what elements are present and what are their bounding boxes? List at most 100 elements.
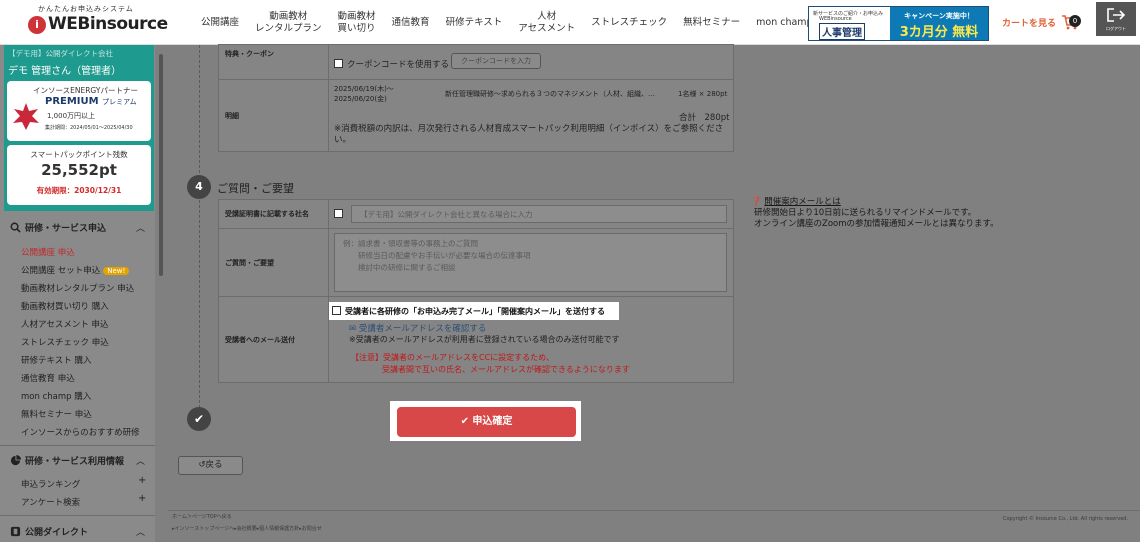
detail-row: 明細 2025/06/19(木)〜 2025/06/20(金) 新任管理職研修～… — [219, 80, 734, 152]
menu-title-apply[interactable]: 研修・サービス申込 — [10, 221, 106, 234]
mail-link-label: 受講者メールアドレスを確認する — [358, 324, 487, 334]
detail-dates: 2025/06/19(木)〜 2025/06/20(金) — [334, 85, 394, 103]
nav-video-purchase[interactable]: 動画教材 買い切り — [330, 11, 384, 35]
detail-cell: 2025/06/19(木)〜 2025/06/20(金) 新任管理職研修～求めら… — [329, 80, 734, 152]
sidebar-item-video-rental[interactable]: 動画教材レンタルプラン 申込 — [21, 282, 134, 294]
promo-right2: 3カ月分 無料 — [899, 25, 979, 40]
cart-link[interactable]: カートを見る — [1002, 14, 1080, 30]
sidebar-scrollbar[interactable] — [159, 54, 163, 276]
sidebar-item-assessment[interactable]: 人材アセスメント 申込 — [21, 318, 109, 330]
sidebar-item-survey[interactable]: アンケート検索 — [21, 496, 80, 508]
sidebar-item-correspondence[interactable]: 通信教育 申込 — [21, 372, 75, 384]
logout-button[interactable]: ログアウト — [1096, 2, 1136, 36]
footer-home-link[interactable]: ホーム＞ページTOPへ戻る — [172, 513, 232, 520]
cert-cell: 【デモ用】公開ダイレクト会社と異なる場合に入力 — [329, 200, 734, 228]
points-card: スマートパックポイント残数 25,552pt 有効期限：2030/12/31 — [7, 145, 151, 205]
confirm-order-button[interactable]: ✔ 申込確定 — [397, 407, 576, 437]
sidebar-item-public-set[interactable]: 公開講座 セット申込 New! — [21, 264, 130, 276]
mail-address-link[interactable]: ✉ 受講者メールアドレスを確認する — [349, 322, 486, 334]
chevron-up-icon[interactable]: ︿ — [136, 221, 145, 234]
sidebar-item-recommend[interactable]: インソースからのおすすめ研修 — [21, 426, 140, 438]
mail-header: 受講者へのメール送付 — [219, 297, 329, 383]
info-heading: ❓ 開催案内メールとは — [751, 197, 999, 208]
partner-label: インソースENERGYパートナー — [33, 86, 138, 95]
coupon-code-button[interactable]: クーポンコードを入力 — [451, 53, 541, 69]
menu-title-direct[interactable]: 公開ダイレクト — [10, 525, 88, 538]
premium-amount: 1,000万円以上 — [47, 112, 96, 120]
nav-free-seminar[interactable]: 無料セミナー — [675, 17, 748, 29]
promo-banner[interactable]: 新サービスのご紹介・お申込み WEBinsource 人事管理 キャンペーン実施… — [808, 6, 989, 41]
promo-right1: キャンペーン実施中！ — [904, 12, 974, 20]
points-value: 25,552pt — [41, 161, 117, 179]
promo-line2: WEBinsource — [819, 16, 852, 22]
plus-icon[interactable]: + — [138, 493, 146, 504]
mail-warning-2: 受講者間で互いの氏名、メールアドレスが確認できるようになります — [382, 365, 630, 374]
menu-title-apply-label: 研修・サービス申込 — [25, 224, 107, 234]
info-box: ❓ 開催案内メールとは 研修開始日より10日前に送られるリマインドメールです。 … — [751, 197, 999, 230]
user-name: デモ 管理さん（管理者） — [8, 66, 122, 77]
logout-icon — [1107, 8, 1126, 22]
sidebar: 【デモ用】公開ダイレクト会社 デモ 管理さん（管理者） インソースENERGYパ… — [0, 45, 155, 542]
back-button[interactable]: ↺戻る — [178, 456, 243, 475]
nav-correspondence[interactable]: 通信教育 — [384, 17, 438, 29]
sidebar-item-stress-check[interactable]: ストレスチェック 申込 — [21, 336, 109, 348]
info-title-link[interactable]: 開催案内メールとは — [764, 197, 841, 207]
mail-send-label[interactable]: 受講者に各研修の「お申込み完了メール」「開催案内メール」を送付する — [345, 306, 605, 317]
pie-chart-icon — [10, 455, 21, 466]
mail-send-checkbox[interactable] — [332, 306, 341, 315]
question-header: ご質問・ご要望 — [219, 229, 329, 296]
detail-qty: 1名様 × 280pt — [678, 90, 728, 98]
logo[interactable]: かんたんお申込みシステム i WEBinsource — [28, 4, 168, 40]
nav-assessment[interactable]: 人材 アセスメント — [510, 11, 583, 35]
nav-public-course[interactable]: 公開講座 — [193, 17, 247, 29]
detail-note: ※消費税額の内訳は、月次発行される人材育成スマートパック利用明細（インボイス）を… — [334, 124, 724, 145]
premium-emblem-icon — [13, 103, 39, 130]
coupon-cell: クーポンコードを使用する クーポンコードを入力 — [329, 45, 734, 79]
main-nav: 公開講座 動画教材 レンタルプラン 動画教材 買い切り 通信教育 研修テキスト … — [193, 0, 821, 45]
logo-tagline: かんたんお申込みシステム — [38, 5, 134, 13]
step-number: 4 — [187, 175, 211, 199]
sidebar-divider — [0, 445, 155, 446]
footer-links[interactable]: ▸インソーストップページへ▸会社概要▸個人情報保護方針▸お問合せ — [172, 525, 322, 532]
sidebar-item-public-set-label: 公開講座 セット申込 — [21, 266, 101, 276]
mail-note: ※受講者のメールアドレスが利用者に登録されている場合のみ送付可能です — [349, 335, 620, 344]
promo-left: 新サービスのご紹介・お申込み WEBinsource 人事管理 — [809, 7, 890, 40]
premium-period: 集計期間：2024/05/01〜2025/04/30 — [45, 125, 133, 131]
chevron-up-icon[interactable]: ︿ — [136, 525, 145, 538]
sidebar-item-free-seminar[interactable]: 無料セミナー 申込 — [21, 408, 92, 420]
plus-icon[interactable]: + — [138, 475, 146, 486]
info-line-2: オンライン講座のZoomの参加情報通知メールとは異なります。 — [754, 219, 999, 229]
coupon-check-label[interactable]: クーポンコードを使用する — [347, 58, 449, 70]
premium-text: PREMIUM — [45, 96, 99, 107]
mail-icon: ✉ — [349, 324, 357, 334]
cert-checkbox[interactable] — [334, 209, 343, 218]
search-icon — [10, 222, 21, 233]
points-label: スマートパックポイント残数 — [30, 150, 128, 159]
question-textarea[interactable]: 例：請求書・領収書等の事務上のご質問 研修当日の配慮やお手伝いが必要な場合の伝達… — [334, 233, 727, 292]
coupon-header: 特典・クーポン — [219, 45, 329, 79]
nav-video-rental[interactable]: 動画教材 レンタルプラン — [247, 11, 330, 35]
detail-total: 合計 280pt — [679, 113, 730, 123]
logo-text: WEBinsource — [48, 14, 168, 34]
cert-company-input[interactable]: 【デモ用】公開ダイレクト会社と異なる場合に入力 — [351, 205, 727, 223]
detail-course[interactable]: 新任管理職研修～求められる３つのマネジメント（人材、組織、… — [445, 89, 655, 99]
menu-title-usage[interactable]: 研修・サービス利用情報 — [10, 454, 124, 467]
cert-header: 受講証明書に記載する社名 — [219, 200, 329, 228]
nav-textbook[interactable]: 研修テキスト — [438, 17, 511, 29]
question-cell: 例：請求書・領収書等の事務上のご質問 研修当日の配慮やお手伝いが必要な場合の伝達… — [329, 229, 734, 296]
points-expiry: 有効期限：2030/12/31 — [36, 186, 122, 195]
premium-title: PREMIUM プレミアム — [45, 96, 137, 107]
sidebar-item-video-buy[interactable]: 動画教材買い切り 購入 — [21, 300, 109, 312]
sidebar-item-public-course[interactable]: 公開講座 申込 — [21, 246, 75, 258]
coupon-checkbox[interactable] — [334, 59, 343, 68]
sidebar-item-textbook[interactable]: 研修テキスト 購入 — [21, 354, 91, 366]
sidebar-item-mon-champ[interactable]: mon champ 購入 — [21, 390, 91, 402]
chevron-up-icon[interactable]: ︿ — [136, 454, 145, 467]
check-step-icon: ✔ — [187, 407, 211, 431]
nav-stress-check[interactable]: ストレスチェック — [583, 17, 675, 29]
question-row: ご質問・ご要望 例：請求書・領収書等の事務上のご質問 研修当日の配慮やお手伝いが… — [219, 229, 734, 297]
menu-title-direct-label: 公開ダイレクト — [25, 528, 89, 538]
mail-warning-1: 【注意】受講者のメールアドレスをCCに設定するため、 — [351, 353, 555, 362]
footer-divider — [168, 510, 1140, 511]
sidebar-item-ranking[interactable]: 申込ランキング — [21, 478, 80, 490]
